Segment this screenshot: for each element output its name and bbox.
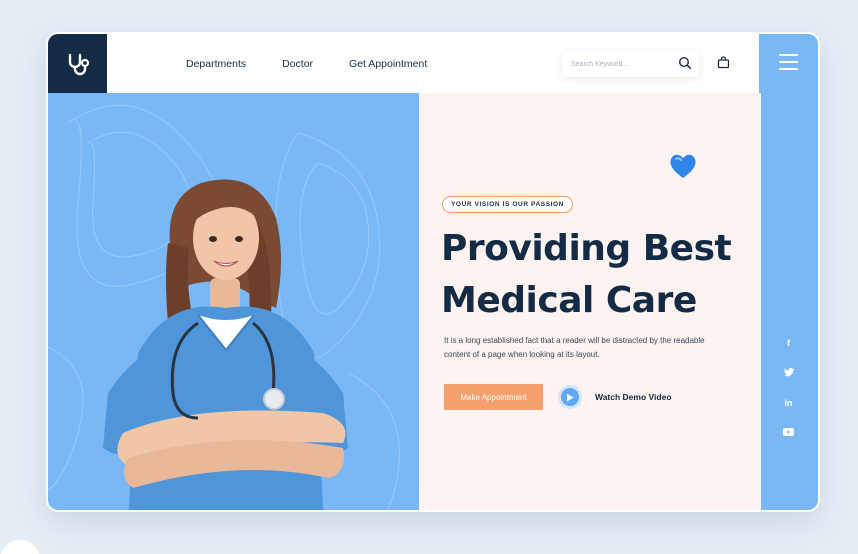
headline-line-2: Medical Care [441,280,697,321]
headline-line-1: Providing Best [441,228,732,269]
hero-headline: Providing Best Medical Care [441,223,761,327]
tagline-badge: YOUR VISION IS OUR PASSION [442,196,573,213]
side-menu-column: f in [759,34,818,510]
twitter-icon[interactable] [759,367,818,379]
nav-departments[interactable]: Departments [186,58,246,70]
corner-decoration [0,540,40,554]
main-nav: Departments Doctor Get Appointment [186,58,463,70]
nav-doctor[interactable]: Doctor [282,58,313,70]
hamburger-menu-icon[interactable] [779,54,798,71]
search-input[interactable] [571,60,671,68]
heart-icon [670,154,696,178]
linkedin-icon[interactable]: in [759,398,818,408]
search-icon[interactable] [678,56,692,70]
top-navigation-bar: Departments Doctor Get Appointment [107,34,761,93]
hero-description: It is a long established fact that a rea… [444,336,705,359]
search-box [563,51,699,77]
play-icon [567,393,574,401]
nav-get-appointment[interactable]: Get Appointment [349,58,427,70]
stethoscope-logo-icon [68,53,89,75]
logo[interactable] [48,34,107,93]
doctor-photo [48,104,400,510]
youtube-icon[interactable] [759,428,818,438]
facebook-icon[interactable]: f [759,338,818,348]
hero-image-panel [48,93,419,510]
hero-content: YOUR VISION IS OUR PASSION Providing Bes… [419,93,761,510]
make-appointment-button[interactable]: Make Appointment [444,384,543,410]
landing-page-frame: Departments Doctor Get Appointment f in [46,32,820,512]
play-video-button[interactable] [558,385,582,409]
shopping-bag-icon[interactable] [717,56,730,69]
watch-demo-video-link[interactable]: Watch Demo Video [595,392,672,402]
